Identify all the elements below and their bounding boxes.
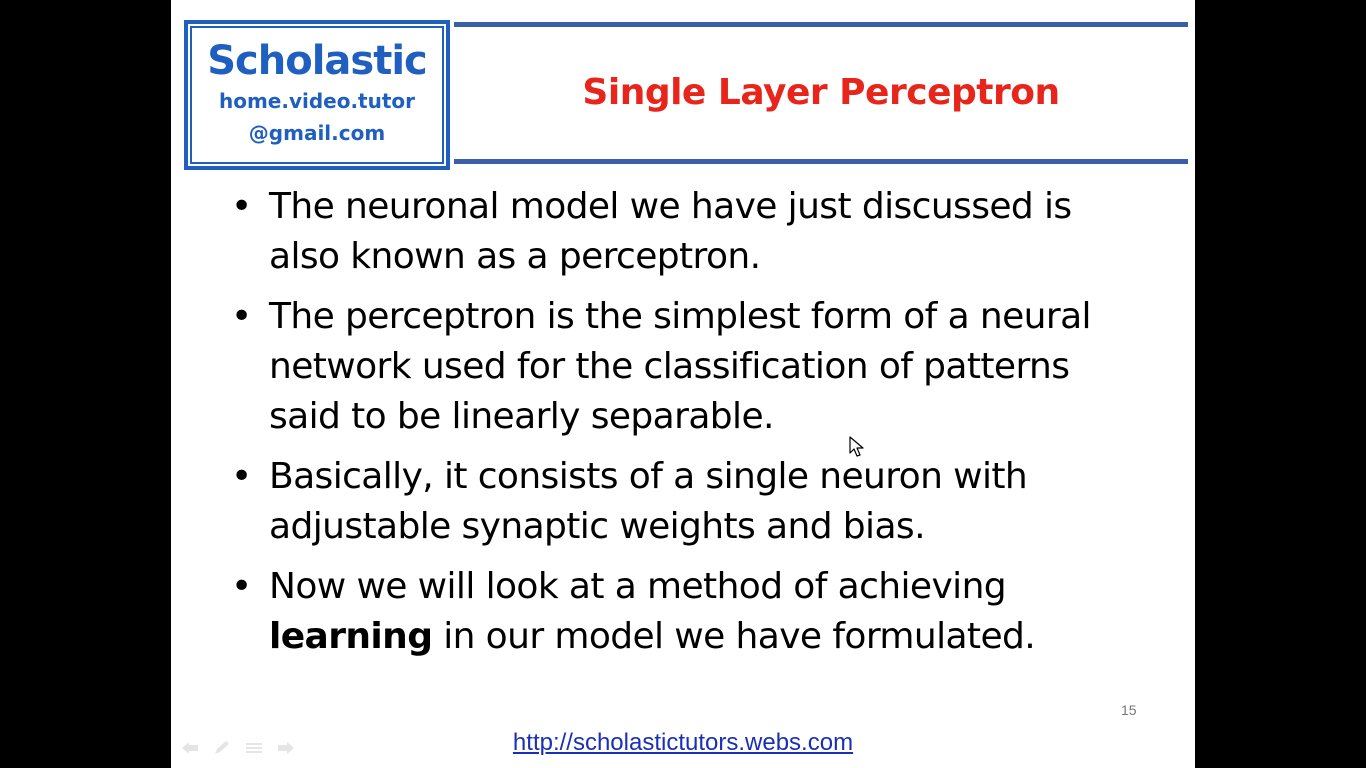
logo-name: Scholastic [207, 38, 428, 84]
menu-icon[interactable] [243, 740, 265, 758]
bullet-item: • The perceptron is the simplest form of… [229, 292, 1149, 442]
mouse-pointer-icon [849, 436, 865, 458]
bullet-list: • The neuronal model we have just discus… [229, 182, 1149, 672]
previous-arrow-icon[interactable] [179, 740, 201, 758]
title-top-rule [454, 22, 1188, 27]
bullet-text: Basically, it consists of a single neuro… [269, 456, 1028, 547]
page-number: 15 [1121, 702, 1137, 718]
logo-box: Scholastic home.video.tutor @gmail.com [184, 20, 450, 170]
title-bottom-rule [454, 159, 1188, 164]
bullet-icon: • [231, 186, 252, 227]
bullet-text: The neuronal model we have just discusse… [269, 186, 1072, 277]
next-arrow-icon[interactable] [275, 740, 297, 758]
footer-link[interactable]: http://scholastictutors.webs.com [171, 729, 1195, 757]
bullet-icon: • [231, 456, 252, 497]
bullet-icon: • [231, 296, 252, 337]
bullet-text: The perceptron is the simplest form of a… [269, 296, 1092, 437]
logo-email-line1: home.video.tutor [218, 89, 416, 113]
slideshow-nav-controls [179, 740, 297, 758]
logo-email-line2: @gmail.com [248, 121, 386, 145]
bullet-text-before: Now we will look at a method of achievin… [269, 566, 1007, 607]
bullet-text-after: in our model we have formulated. [432, 616, 1036, 657]
bullet-bold-word: learning [269, 616, 433, 657]
bullet-item: • Basically, it consists of a single neu… [229, 452, 1149, 552]
bullet-item: • Now we will look at a method of achiev… [229, 562, 1149, 662]
slide-title: Single Layer Perceptron [582, 72, 1060, 113]
bullet-icon: • [231, 566, 252, 607]
pen-icon[interactable] [211, 740, 233, 758]
bullet-item: • The neuronal model we have just discus… [229, 182, 1149, 282]
presentation-slide: Scholastic home.video.tutor @gmail.com S… [171, 0, 1195, 768]
